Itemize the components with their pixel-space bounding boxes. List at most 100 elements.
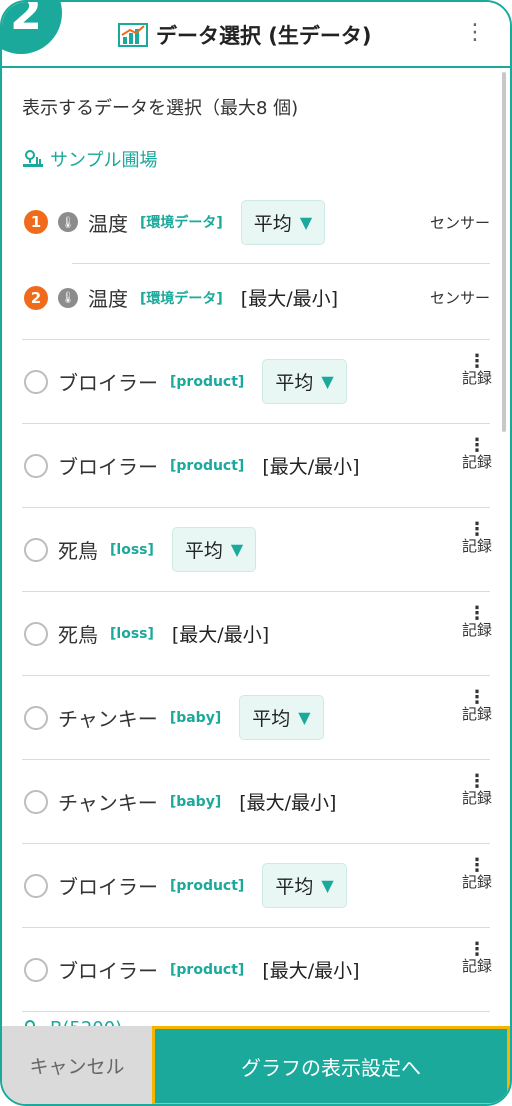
selected-order-badge: 1 xyxy=(24,210,48,234)
kebab-icon: ⋮ xyxy=(467,687,486,708)
list-item[interactable]: ブロイラー [product] 平均 ▼ ⋮ 記録 xyxy=(22,340,492,424)
item-tag: [product] xyxy=(170,961,245,978)
record-label: 記録 xyxy=(461,956,492,975)
list-item[interactable]: ブロイラー [product] 平均 ▼ ⋮ 記録 xyxy=(22,844,492,928)
back-button[interactable]: - xyxy=(46,20,55,45)
aggregation-value: 平均 xyxy=(275,876,314,898)
item-tag: [baby] xyxy=(169,793,222,810)
item-name: 温度 xyxy=(88,211,128,236)
select-radio[interactable] xyxy=(24,957,48,982)
aggregation-label: [最大/最小] xyxy=(262,960,360,982)
item-name: ブロイラー xyxy=(58,455,158,479)
kebab-icon: ⋮ xyxy=(467,771,486,792)
record-menu[interactable]: ⋮ 記録 xyxy=(461,771,492,807)
item-tag: [product] xyxy=(170,877,245,894)
list-item[interactable]: チャンキー [baby] [最大/最小] ⋮ 記録 xyxy=(22,760,492,844)
record-menu[interactable]: ⋮ 記録 xyxy=(461,939,492,975)
aggregation-value: 平均 xyxy=(275,372,314,394)
record-menu[interactable]: ⋮ 記録 xyxy=(461,437,492,471)
caret-down-icon: ▼ xyxy=(321,372,334,391)
data-list-scroll-area[interactable]: 表示するデータを選択（最大8 個) サンプル圃場 1 🌡 温度 [環境データ] … xyxy=(2,68,510,1026)
source-label: センサー xyxy=(429,213,490,232)
select-radio[interactable] xyxy=(24,789,48,814)
more-menu-icon[interactable]: ⋮ xyxy=(464,22,486,44)
select-radio[interactable] xyxy=(24,537,48,562)
record-menu[interactable]: ⋮ 記録 xyxy=(461,855,492,891)
record-menu[interactable]: ⋮ 記録 xyxy=(461,603,492,639)
title-text: データ選択 (生データ) xyxy=(156,24,372,48)
farm-name: サンプル圃場 xyxy=(50,150,158,171)
farm-name: B(5200) xyxy=(50,1018,122,1026)
list-item[interactable]: 死鳥 [loss] [最大/最小] ⋮ 記録 xyxy=(22,592,492,676)
aggregation-dropdown[interactable]: 平均 ▼ xyxy=(262,863,347,908)
record-label: 記録 xyxy=(461,788,492,807)
chart-icon xyxy=(118,23,148,47)
item-tag: [loss] xyxy=(110,625,154,642)
record-menu[interactable]: ⋮ 記録 xyxy=(461,687,492,723)
item-name: ブロイラー xyxy=(58,371,158,395)
select-radio[interactable] xyxy=(24,705,48,730)
farm-header: サンプル圃場 xyxy=(22,146,157,172)
kebab-icon: ⋮ xyxy=(467,351,486,372)
kebab-icon: ⋮ xyxy=(467,855,486,876)
aggregation-dropdown[interactable]: 平均 ▼ xyxy=(171,527,257,572)
farm-location-icon xyxy=(23,150,43,167)
select-radio[interactable] xyxy=(24,621,48,646)
record-label: 記録 xyxy=(461,536,492,555)
farm-location-icon xyxy=(25,1019,35,1026)
aggregation-label: [最大/最小] xyxy=(262,456,360,478)
next-graph-settings-button[interactable]: グラフの表示設定へ xyxy=(152,1026,510,1104)
record-label: 記録 xyxy=(461,872,492,891)
caret-down-icon: ▼ xyxy=(321,876,334,895)
aggregation-dropdown[interactable]: 平均 ▼ xyxy=(262,359,347,404)
cancel-button[interactable]: キャンセル xyxy=(2,1026,152,1104)
list-item[interactable]: 死鳥 [loss] 平均 ▼ ⋮ 記録 xyxy=(22,508,492,592)
kebab-icon: ⋮ xyxy=(467,603,486,624)
record-label: 記録 xyxy=(461,620,492,639)
select-radio[interactable] xyxy=(24,453,48,478)
aggregation-label: [最大/最小] xyxy=(240,288,339,310)
header-bar: 2 - データ選択 (生データ) ⋮ xyxy=(2,2,510,68)
record-menu[interactable]: ⋮ 記録 xyxy=(461,519,492,555)
farm-header: B(5200) xyxy=(22,1018,122,1026)
list-item[interactable]: チャンキー [baby] 平均 ▼ ⋮ 記録 xyxy=(22,676,492,760)
item-name: 死鳥 xyxy=(58,623,98,647)
scrollbar[interactable] xyxy=(502,72,506,432)
item-tag: [product] xyxy=(170,457,245,474)
record-menu[interactable]: ⋮ 記録 xyxy=(461,351,492,387)
select-radio[interactable] xyxy=(24,873,48,898)
item-tag: [環境データ] xyxy=(140,290,223,307)
aggregation-value: 平均 xyxy=(253,212,292,235)
list-item[interactable]: 2 🌡 温度 [環境データ] [最大/最小] センサー xyxy=(22,256,490,340)
aggregation-value: 平均 xyxy=(252,708,291,730)
list-item[interactable]: ブロイラー [product] [最大/最小] ⋮ 記録 xyxy=(22,928,492,1012)
data-select-panel: 2 - データ選択 (生データ) ⋮ 表示するデータを選択（最大8 個) サンプ… xyxy=(0,0,512,1106)
item-name: 温度 xyxy=(88,287,128,311)
aggregation-dropdown[interactable]: 平均 ▼ xyxy=(239,695,324,740)
kebab-icon: ⋮ xyxy=(467,939,486,960)
item-tag: [loss] xyxy=(110,541,154,558)
record-label: 記録 xyxy=(461,704,492,723)
instruction-text: 表示するデータを選択（最大8 個) xyxy=(22,98,299,119)
item-tag: [環境データ] xyxy=(140,215,223,231)
item-name: 死鳥 xyxy=(58,539,98,563)
list-item[interactable]: ブロイラー [product] [最大/最小] ⋮ 記録 xyxy=(22,424,492,508)
caret-down-icon: ▼ xyxy=(230,540,244,559)
thermometer-icon: 🌡 xyxy=(58,212,78,232)
item-name: ブロイラー xyxy=(58,959,158,983)
item-name: チャンキー xyxy=(58,707,158,731)
selected-order-badge: 2 xyxy=(24,285,48,310)
item-tag: [baby] xyxy=(169,709,222,726)
caret-down-icon: ▼ xyxy=(299,212,313,232)
select-radio[interactable] xyxy=(24,369,48,394)
list-item[interactable]: 1 🌡 温度 [環境データ] 平均 ▼ センサー xyxy=(22,180,490,264)
kebab-icon: ⋮ xyxy=(467,519,486,540)
aggregation-dropdown[interactable]: 平均 ▼ xyxy=(240,199,326,245)
page-title: データ選択 (生データ) xyxy=(118,20,372,50)
record-label: 記録 xyxy=(461,368,492,387)
footer-actions: キャンセル グラフの表示設定へ xyxy=(2,1026,510,1104)
aggregation-value: 平均 xyxy=(184,540,223,562)
item-tag: [product] xyxy=(170,373,245,390)
record-label: 記録 xyxy=(461,452,492,471)
aggregation-label: [最大/最小] xyxy=(239,792,337,814)
